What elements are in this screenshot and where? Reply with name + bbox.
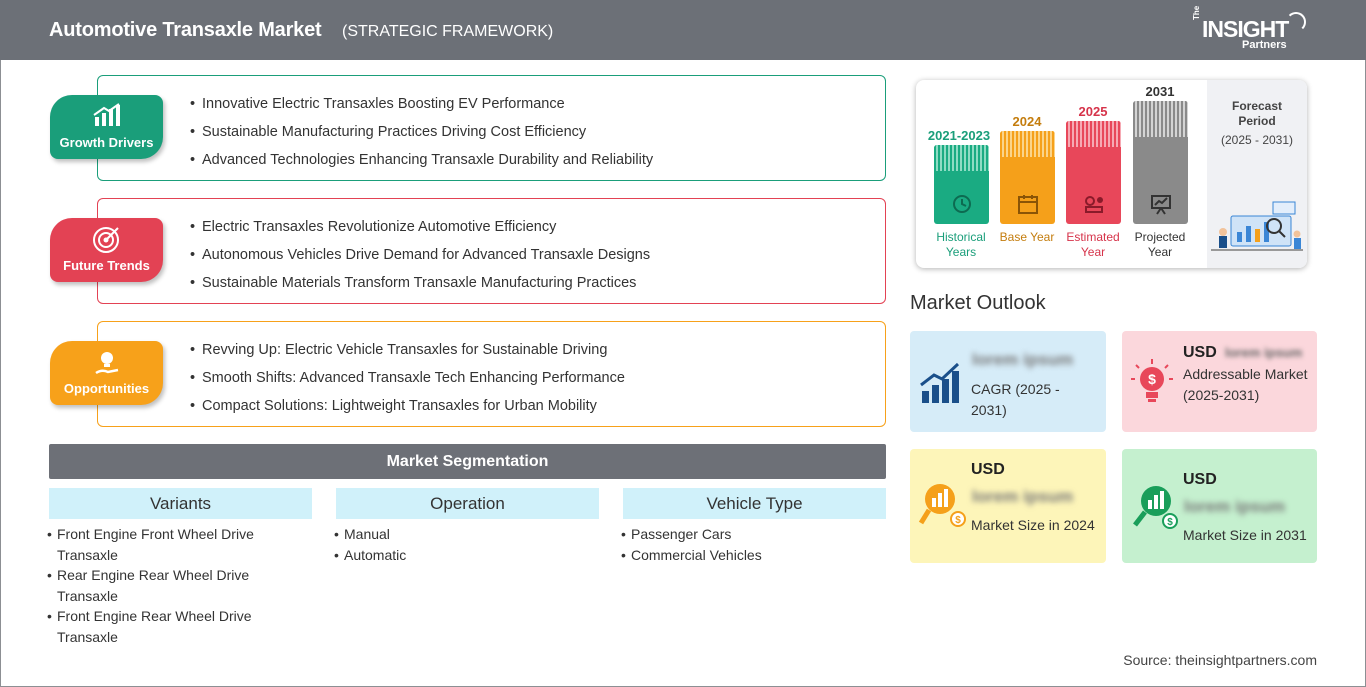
list-item: Compact Solutions: Lightweight Transaxle… <box>190 396 625 424</box>
logo-arc-icon <box>1286 12 1306 32</box>
list-item: Manual <box>334 524 574 545</box>
timeline-bar <box>1066 121 1121 224</box>
size-2031-label: Market Size in 2031 <box>1183 527 1307 543</box>
calendar-icon <box>1017 195 1038 214</box>
cagr-label: CAGR (2025 - 2031) <box>971 381 1060 418</box>
opportunities-list: Revving Up: Electric Vehicle Transaxles … <box>190 340 625 424</box>
page-title: Automotive Transaxle Market <box>49 19 322 41</box>
timeline-label: Base Year <box>999 230 1055 244</box>
forecast-period-years: (2025 - 2031) <box>1220 133 1294 147</box>
variants-list: Front Engine Front Wheel Drive Transaxle… <box>47 524 287 647</box>
logo-the: The <box>1192 5 1201 20</box>
svg-text:$: $ <box>955 515 961 526</box>
list-item: Smooth Shifts: Advanced Transaxle Tech E… <box>190 368 625 396</box>
future-trends-list: Electric Transaxles Revolutionize Automo… <box>190 217 650 301</box>
list-item: Front Engine Front Wheel Drive Transaxle <box>47 524 287 565</box>
estimate-icon <box>1084 196 1103 213</box>
insight-partners-logo[interactable]: The INSIGHT Partners <box>1190 6 1320 54</box>
growth-drivers-label: Growth Drivers <box>59 135 154 150</box>
list-item: Innovative Electric Transaxles Boosting … <box>190 94 653 122</box>
page-subtitle: (STRATEGIC FRAMEWORK) <box>342 23 554 40</box>
addressable-value: lorem ipsum <box>1225 345 1303 360</box>
svg-text:$: $ <box>1167 517 1173 528</box>
svg-text:$: $ <box>1148 371 1156 387</box>
list-item: Automatic <box>334 545 574 566</box>
addressable-currency: USD <box>1183 344 1217 361</box>
source-text: Source: theinsightpartners.com <box>1123 652 1317 668</box>
cagr-card: lorem ipsum CAGR (2025 - 2031) <box>910 331 1106 432</box>
cagr-value: lorem ipsum <box>972 350 1074 369</box>
growth-chart-icon <box>920 362 960 403</box>
growth-chart-icon <box>93 103 120 126</box>
analytics-illustration-icon <box>1211 201 1303 251</box>
opportunities-badge: Opportunities <box>50 341 163 405</box>
list-item: Rear Engine Rear Wheel Drive Transaxle <box>47 565 287 606</box>
growth-drivers-list: Innovative Electric Transaxles Boosting … <box>190 94 653 178</box>
size-2024-label: Market Size in 2024 <box>971 517 1095 533</box>
list-item: Commercial Vehicles <box>621 545 861 566</box>
opportunities-box: Revving Up: Electric Vehicle Transaxles … <box>97 321 886 427</box>
size-2024-currency: USD <box>971 461 1005 478</box>
list-item: Electric Transaxles Revolutionize Automo… <box>190 217 650 245</box>
timeline-label: Projected Year <box>1134 230 1186 259</box>
list-item: Autonomous Vehicles Drive Demand for Adv… <box>190 245 650 273</box>
header-bar: Automotive Transaxle Market (STRATEGIC F… <box>0 0 1366 60</box>
growth-drivers-box: Innovative Electric Transaxles Boosting … <box>97 75 886 181</box>
growth-drivers-badge: Growth Drivers <box>50 95 163 159</box>
market-outlook-title: Market Outlook <box>910 292 1046 314</box>
market-segmentation-bar: Market Segmentation <box>49 444 886 479</box>
vehicle-type-list: Passenger Cars Commercial Vehicles <box>621 524 861 565</box>
list-item: Sustainable Materials Transform Transaxl… <box>190 273 650 301</box>
timeline-panel: Forecast Period (2025 - 2031) 2021-2023 … <box>916 80 1307 268</box>
operation-list: Manual Automatic <box>334 524 574 565</box>
money-search-icon: $ <box>1133 486 1178 529</box>
presentation-icon <box>1150 195 1171 215</box>
segment-header-variants: Variants <box>49 488 312 519</box>
money-search-icon: $ <box>918 484 966 527</box>
list-item: Front Engine Rear Wheel Drive Transaxle <box>47 606 287 647</box>
history-icon <box>952 195 971 213</box>
list-item: Passenger Cars <box>621 524 861 545</box>
opportunities-label: Opportunities <box>63 381 150 396</box>
timeline-bar <box>1133 101 1188 224</box>
size-2031-value: lorem ipsum <box>1184 497 1286 516</box>
list-item: Revving Up: Electric Vehicle Transaxles … <box>190 340 625 368</box>
money-bulb-icon: $ <box>1131 359 1173 402</box>
timeline-label: Historical Years <box>936 230 986 259</box>
timeline-year: 2021-2023 <box>927 128 991 143</box>
future-trends-label: Future Trends <box>63 258 150 273</box>
addressable-market-card: $ USD lorem ipsum Addressable Market (20… <box>1122 331 1317 432</box>
list-item: Advanced Technologies Enhancing Transaxl… <box>190 150 653 178</box>
forecast-period-label: Forecast Period <box>1231 99 1283 128</box>
timeline-year: 2031 <box>1145 84 1175 99</box>
timeline-bar <box>934 145 989 224</box>
segment-header-vehicle-type: Vehicle Type <box>623 488 886 519</box>
market-size-2024-card: $ USD lorem ipsum Market Size in 2024 <box>910 449 1106 563</box>
size-2031-currency: USD <box>1183 471 1217 488</box>
size-2024-value: lorem ipsum <box>972 487 1074 506</box>
logo-partners: Partners <box>1242 39 1287 51</box>
future-trends-badge: Future Trends <box>50 218 163 282</box>
timeline-bar <box>1000 131 1055 224</box>
future-trends-box: Electric Transaxles Revolutionize Automo… <box>97 198 886 304</box>
addressable-label: Addressable Market (2025-2031) <box>1183 366 1308 403</box>
segment-header-operation: Operation <box>336 488 599 519</box>
market-size-2031-card: $ USD lorem ipsum Market Size in 2031 <box>1122 449 1317 563</box>
target-icon <box>93 227 119 253</box>
timeline-label: Estimated Year <box>1066 230 1120 259</box>
list-item: Sustainable Manufacturing Practices Driv… <box>190 122 653 150</box>
timeline-year: 2025 <box>1078 104 1108 119</box>
idea-hand-icon <box>95 352 119 375</box>
